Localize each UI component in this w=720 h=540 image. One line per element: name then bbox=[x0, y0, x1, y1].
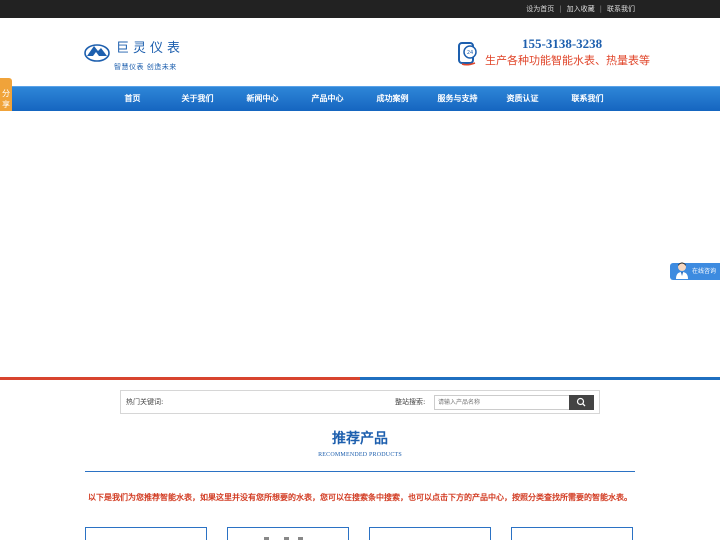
customer-service-avatar-icon bbox=[676, 262, 688, 279]
phone-subtitle: 生产各种功能智能水表、热量表等 bbox=[485, 54, 650, 67]
add-favorite-link[interactable]: 加入收藏 bbox=[567, 4, 595, 14]
nav-item-cases[interactable]: 成功案例 bbox=[360, 87, 425, 111]
section-rule bbox=[85, 471, 635, 472]
nav-item-certification[interactable]: 资质认证 bbox=[490, 87, 555, 111]
nav-items: 首页 关于我们 新闻中心 产品中心 成功案例 服务与支持 资质认证 联系我们 bbox=[100, 87, 620, 111]
separator: | bbox=[599, 5, 602, 13]
search-icon bbox=[576, 397, 586, 407]
section-title: 推荐产品 bbox=[332, 431, 388, 447]
top-links: 设为首页 | 加入收藏 | 联系我们 bbox=[526, 0, 635, 18]
nav-item-news[interactable]: 新闻中心 bbox=[230, 87, 295, 111]
top-bar: 设为首页 | 加入收藏 | 联系我们 bbox=[0, 0, 720, 18]
site-search-label: 整站搜索: bbox=[395, 398, 426, 406]
product-card[interactable] bbox=[511, 527, 633, 540]
separator: | bbox=[559, 5, 562, 13]
main-nav: 首页 关于我们 新闻中心 产品中心 成功案例 服务与支持 资质认证 联系我们 bbox=[0, 86, 720, 111]
header: 巨灵仪表 智慧仪表 创造未来 24 155-3138-3238 生产各种功能智能… bbox=[0, 18, 720, 86]
search-bar: 热门关键词: 整站搜索: bbox=[120, 390, 600, 414]
section-subtitle: RECOMMENDED PRODUCTS bbox=[318, 452, 402, 458]
hot-keywords-label: 热门关键词: bbox=[126, 398, 164, 406]
mountain-logo-icon[interactable] bbox=[84, 40, 110, 62]
search-input[interactable] bbox=[434, 395, 570, 410]
banner-area bbox=[0, 111, 720, 377]
online-consult-label: 在线咨询 bbox=[692, 268, 717, 275]
nav-item-home[interactable]: 首页 bbox=[100, 87, 165, 111]
contact-us-link[interactable]: 联系我们 bbox=[607, 4, 635, 14]
search-button[interactable] bbox=[569, 395, 594, 410]
svg-text:24: 24 bbox=[467, 50, 473, 56]
nav-item-contact[interactable]: 联系我们 bbox=[555, 87, 620, 111]
nav-item-service[interactable]: 服务与支持 bbox=[425, 87, 490, 111]
set-homepage-link[interactable]: 设为首页 bbox=[526, 4, 554, 14]
product-thumbnail-icon bbox=[264, 537, 303, 540]
phone-24h-icon: 24 bbox=[458, 42, 477, 66]
nav-item-products[interactable]: 产品中心 bbox=[295, 87, 360, 111]
product-card[interactable] bbox=[85, 527, 207, 540]
recommend-intro: 以下是我们为您推荐智能水表，如果这里并没有您所想要的水表，您可以在搜索条中搜索，… bbox=[88, 493, 632, 502]
divider-red bbox=[0, 377, 360, 380]
brand-slogan: 智慧仪表 创造未来 bbox=[114, 63, 177, 71]
nav-item-about[interactable]: 关于我们 bbox=[165, 87, 230, 111]
divider-blue bbox=[360, 377, 720, 380]
online-consult-button[interactable]: 在线咨询 bbox=[670, 262, 720, 280]
product-card[interactable] bbox=[227, 527, 349, 540]
brand-name[interactable]: 巨灵仪表 bbox=[116, 37, 184, 56]
product-card[interactable] bbox=[369, 527, 491, 540]
phone-number: 155-3138-3238 bbox=[522, 36, 603, 51]
